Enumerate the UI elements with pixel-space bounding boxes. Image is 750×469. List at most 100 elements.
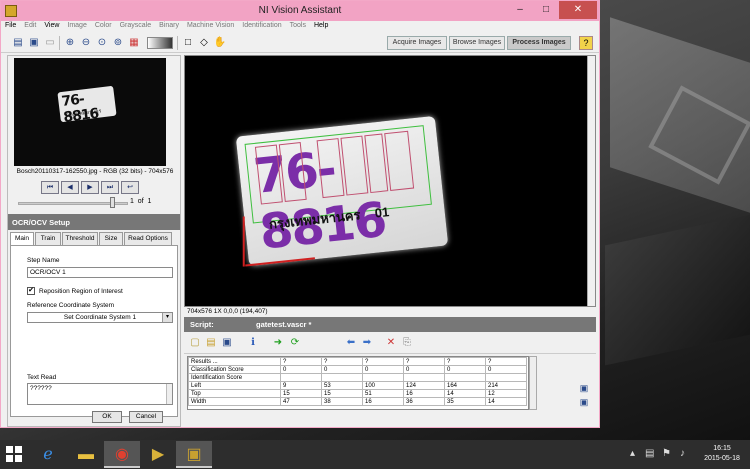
copy-step-icon[interactable]: ⎘ bbox=[400, 336, 414, 350]
image-vertical-scrollbar[interactable] bbox=[587, 56, 595, 306]
menu-color[interactable]: Color bbox=[91, 21, 116, 30]
open-script-icon[interactable]: ▤ bbox=[204, 336, 218, 350]
table-cell[interactable]: 15 bbox=[280, 389, 322, 398]
table-cell[interactable]: 38 bbox=[321, 397, 363, 406]
tab-threshold[interactable]: Threshold bbox=[62, 232, 98, 245]
row-header-cell[interactable]: Left bbox=[188, 381, 281, 390]
menu-tools[interactable]: Tools bbox=[286, 21, 310, 30]
close-button[interactable]: ✕ bbox=[559, 1, 597, 19]
rectangle-tool-icon[interactable]: □ bbox=[181, 36, 195, 50]
tab-process-images[interactable]: Process Images bbox=[507, 36, 571, 50]
reposition-checkbox[interactable]: ✔ bbox=[27, 287, 35, 295]
menu-binary[interactable]: Binary bbox=[155, 21, 183, 30]
menu-machine-vision[interactable]: Machine Vision bbox=[183, 21, 238, 30]
text-read-scrollbar[interactable] bbox=[166, 384, 172, 404]
maximize-button[interactable]: □ bbox=[533, 1, 559, 19]
menu-grayscale[interactable]: Grayscale bbox=[116, 21, 156, 30]
delete-step-icon[interactable]: ✕ bbox=[384, 336, 398, 350]
table-cell[interactable]: 164 bbox=[444, 381, 486, 390]
minimize-button[interactable]: – bbox=[507, 1, 533, 19]
zoom-1to1-icon[interactable]: ⊙ bbox=[95, 36, 109, 50]
table-cell[interactable]: 53 bbox=[321, 381, 363, 390]
table-cell[interactable]: ? bbox=[321, 357, 363, 366]
grayscale-gradient-icon[interactable] bbox=[147, 37, 173, 49]
ie-taskbar-icon[interactable]: ℯ bbox=[30, 441, 66, 468]
table-cell[interactable]: 12 bbox=[485, 389, 527, 398]
labview-taskbar-icon[interactable]: ▶ bbox=[140, 441, 176, 468]
step-forward-icon[interactable]: ➡ bbox=[360, 336, 374, 350]
menu-image[interactable]: Image bbox=[63, 21, 90, 30]
table-cell[interactable]: 0 bbox=[321, 365, 363, 374]
ref-coord-select[interactable]: Set Coordinate System 1 ▾ bbox=[27, 312, 173, 323]
menu-help[interactable]: Help bbox=[310, 21, 332, 30]
table-cell[interactable]: 47 bbox=[280, 397, 322, 406]
table-cell[interactable]: 16 bbox=[403, 389, 445, 398]
cancel-button[interactable]: Cancel bbox=[129, 411, 163, 423]
prev-image-button[interactable]: ◀ bbox=[61, 181, 79, 194]
table-cell[interactable] bbox=[321, 373, 363, 382]
save-icon[interactable]: ▣ bbox=[27, 36, 41, 50]
first-image-button[interactable]: ⏮ bbox=[41, 181, 59, 194]
print-icon[interactable]: ▭ bbox=[43, 36, 57, 50]
tab-acquire-images[interactable]: Acquire Images bbox=[387, 36, 447, 50]
run-loop-icon[interactable]: ⟳ bbox=[288, 336, 302, 350]
table-cell[interactable] bbox=[280, 373, 322, 382]
tab-browse-images[interactable]: Browse Images bbox=[449, 36, 505, 50]
save-results-icon[interactable]: ▣ bbox=[578, 382, 590, 394]
vision-assistant-taskbar-icon[interactable]: ▣ bbox=[176, 441, 212, 468]
image-thumbnail[interactable]: 76-8816 กรุงเทพมหานคร bbox=[14, 58, 166, 166]
help-icon[interactable]: ? bbox=[579, 36, 593, 50]
explorer-taskbar-icon[interactable]: ▬ bbox=[68, 441, 104, 468]
export-results-icon[interactable]: ▣ bbox=[578, 396, 590, 408]
row-header-cell[interactable]: Width bbox=[188, 397, 281, 406]
table-cell[interactable]: 35 bbox=[444, 397, 486, 406]
flag-icon[interactable]: ⚑ bbox=[662, 448, 671, 459]
results-scrollbar[interactable] bbox=[529, 356, 537, 410]
open-image-icon[interactable]: ▤ bbox=[11, 36, 25, 50]
image-display[interactable]: 76-8816 กรุงเทพมหานคร 01 bbox=[184, 55, 596, 307]
table-cell[interactable]: 9 bbox=[280, 381, 322, 390]
tab-size[interactable]: Size bbox=[99, 232, 123, 245]
next-image-button[interactable]: ▶ bbox=[81, 181, 99, 194]
table-cell[interactable]: 14 bbox=[485, 397, 527, 406]
table-cell[interactable]: 0 bbox=[362, 365, 404, 374]
row-header-cell[interactable]: Top bbox=[188, 389, 281, 398]
table-cell[interactable]: 51 bbox=[362, 389, 404, 398]
palette-icon[interactable]: ▦ bbox=[127, 36, 141, 50]
run-once-icon[interactable]: ➜ bbox=[270, 336, 286, 350]
step-back-icon[interactable]: ⬅ bbox=[344, 336, 358, 350]
table-cell[interactable]: 16 bbox=[362, 397, 404, 406]
table-cell[interactable]: 0 bbox=[280, 365, 322, 374]
title-bar[interactable]: NI Vision Assistant – □ ✕ bbox=[1, 1, 599, 21]
ok-button[interactable]: OK bbox=[92, 411, 122, 423]
menu-view[interactable]: View bbox=[40, 21, 63, 30]
table-cell[interactable]: 214 bbox=[485, 381, 527, 390]
menu-file[interactable]: File bbox=[1, 21, 20, 30]
zoom-fit-icon[interactable]: ⊚ bbox=[111, 36, 125, 50]
rotated-rectangle-tool-icon[interactable]: ◇ bbox=[197, 36, 211, 50]
start-button[interactable] bbox=[6, 446, 23, 463]
zoom-in-icon[interactable]: ⊕ bbox=[63, 36, 77, 50]
table-cell[interactable]: 124 bbox=[403, 381, 445, 390]
network-icon[interactable]: ▤ bbox=[645, 448, 654, 459]
table-cell[interactable]: 0 bbox=[444, 365, 486, 374]
table-cell[interactable]: ? bbox=[362, 357, 404, 366]
tab-read-options[interactable]: Read Options bbox=[124, 232, 172, 245]
table-cell[interactable]: ? bbox=[444, 357, 486, 366]
tab-train[interactable]: Train bbox=[35, 232, 61, 245]
menu-edit[interactable]: Edit bbox=[20, 21, 40, 30]
table-cell[interactable]: 0 bbox=[485, 365, 527, 374]
tray-arrow-icon[interactable]: ▴ bbox=[630, 448, 635, 459]
volume-icon[interactable]: ♪ bbox=[680, 448, 685, 459]
new-script-icon[interactable]: ▢ bbox=[188, 336, 202, 350]
table-cell[interactable] bbox=[403, 373, 445, 382]
table-cell[interactable]: 36 bbox=[403, 397, 445, 406]
table-cell[interactable]: ? bbox=[280, 357, 322, 366]
clock[interactable]: 16:15 2015-05-18 bbox=[698, 444, 746, 464]
zoom-out-icon[interactable]: ⊖ bbox=[79, 36, 93, 50]
table-cell[interactable]: 14 bbox=[444, 389, 486, 398]
info-icon[interactable]: ℹ bbox=[246, 336, 260, 350]
table-cell[interactable]: 0 bbox=[403, 365, 445, 374]
chrome-taskbar-icon[interactable]: ◉ bbox=[104, 441, 140, 468]
menu-identification[interactable]: Identification bbox=[238, 21, 285, 30]
